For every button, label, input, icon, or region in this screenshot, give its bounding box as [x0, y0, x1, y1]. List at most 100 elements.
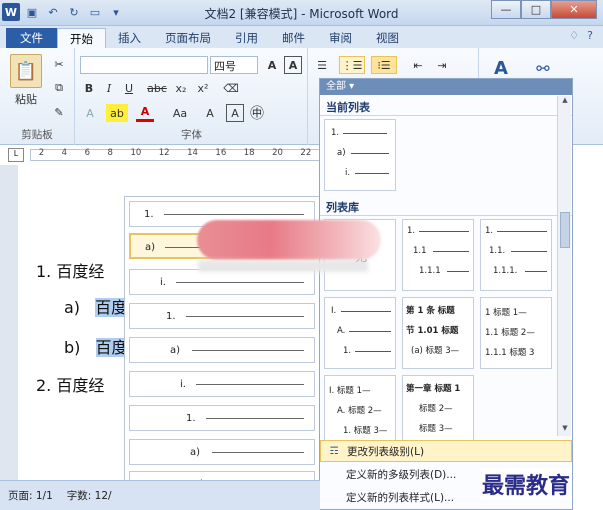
level-option[interactable]: i.: [129, 269, 315, 295]
font-color-icon[interactable]: A: [136, 104, 154, 122]
clear-format-icon[interactable]: ⌫: [222, 80, 240, 96]
tile-line: 节 1.01 标题: [406, 326, 459, 336]
copy-icon[interactable]: ⧉: [50, 80, 68, 96]
list-library-tile[interactable]: I. A. 1.: [324, 297, 396, 369]
font-name-combo[interactable]: [80, 56, 208, 74]
bold-button[interactable]: B: [82, 80, 96, 96]
list-library-tile[interactable]: 1 标题 1— 1.1 标题 2— 1.1.1 标题 3: [480, 297, 552, 369]
minimize-button[interactable]: —: [491, 0, 521, 19]
italic-button[interactable]: I: [102, 80, 116, 96]
level-rule: [176, 282, 304, 283]
tab-review[interactable]: 审阅: [317, 28, 364, 48]
ruler-number: 22: [300, 148, 312, 158]
tile-rule: [349, 331, 391, 332]
subscript-button[interactable]: x₂: [172, 80, 190, 96]
change-styles-icon[interactable]: A: [488, 56, 514, 80]
level-option[interactable]: a): [129, 439, 315, 465]
close-button[interactable]: ✕: [551, 0, 597, 19]
level-label: 1.: [144, 209, 154, 220]
help-icon[interactable]: ?: [587, 29, 593, 42]
tab-file[interactable]: 文件: [6, 28, 57, 48]
scroll-up-icon[interactable]: ▲: [558, 96, 572, 108]
tile-rule: [355, 173, 389, 174]
tile-line: 1.: [343, 346, 352, 356]
tile-rule: [497, 231, 547, 232]
list-library-tile[interactable]: 1. 1.1 1.1.1: [402, 219, 474, 291]
highlight-icon[interactable]: ab: [106, 104, 128, 122]
page-count[interactable]: 页面: 1/1: [8, 488, 53, 503]
level-option[interactable]: a): [129, 337, 315, 363]
find-icon[interactable]: ⚯: [530, 56, 556, 80]
tile-rule: [511, 251, 547, 252]
tab-references[interactable]: 引用: [223, 28, 270, 48]
doc-list-item-4[interactable]: 2. 百度经: [36, 372, 104, 396]
collapse-ribbon-icon[interactable]: ♢: [569, 29, 579, 42]
ruler-number: 6: [84, 148, 91, 158]
tab-mailings[interactable]: 邮件: [270, 28, 317, 48]
ruler-number: 14: [187, 148, 198, 158]
list-text: 百度经: [56, 376, 105, 395]
doc-list-item-3[interactable]: b) 百度: [64, 334, 128, 358]
status-bar: 页面: 1/1 字数: 12/: [0, 480, 320, 510]
phonetic-guide-icon[interactable]: A: [202, 104, 218, 122]
enclose-char-icon[interactable]: ㊥: [248, 104, 266, 122]
filter-dropdown[interactable]: 全部 ▾: [320, 79, 572, 95]
numbering-icon[interactable]: ⋮☰: [339, 56, 365, 74]
level-option[interactable]: 1.: [129, 303, 315, 329]
font-group-label: 字体: [181, 129, 202, 141]
increase-indent-icon[interactable]: ⇥: [433, 56, 451, 74]
ruler-number: 18: [243, 148, 255, 158]
level-label: 1.: [186, 413, 196, 424]
char-shading-icon[interactable]: A: [226, 104, 244, 122]
tile-line: 1.1 标题 2—: [485, 328, 535, 338]
maximize-button[interactable]: □: [521, 0, 551, 19]
strikethrough-button[interactable]: abc: [146, 80, 168, 96]
level-label: i.: [180, 379, 186, 390]
tile-rule: [355, 351, 391, 352]
list-library-tile[interactable]: 第 1 条 标题 节 1.01 标题 (a) 标题 3—: [402, 297, 474, 369]
text-effects-icon[interactable]: A: [82, 104, 98, 122]
level-label: 1.: [166, 311, 176, 322]
tab-selector[interactable]: L: [8, 148, 24, 162]
word-count[interactable]: 字数: 12/: [67, 488, 112, 503]
tab-insert[interactable]: 插入: [106, 28, 153, 48]
list-library-tile[interactable]: 1. 1.1. 1.1.1.: [480, 219, 552, 291]
doc-list-item-1[interactable]: 1. 百度经: [36, 258, 104, 282]
level-rule: [164, 214, 304, 215]
list-library-tile[interactable]: I. 标题 1— A. 标题 2— 1. 标题 3—: [324, 375, 396, 447]
current-list-tile[interactable]: 1. a) i.: [324, 119, 396, 191]
change-list-level-item[interactable]: ☶ 更改列表级别(L): [320, 440, 572, 462]
list-library-tile[interactable]: 第一章 标题 1 标题 2— 标题 3—: [402, 375, 474, 447]
panel-scrollbar[interactable]: ▲ ▼: [557, 96, 571, 436]
level-rule: [196, 384, 304, 385]
tab-page-layout[interactable]: 页面布局: [153, 28, 223, 48]
tile-line: 1.1.: [489, 246, 506, 256]
tab-view[interactable]: 视图: [364, 28, 411, 48]
ruler-number: 16: [215, 148, 227, 158]
superscript-button[interactable]: x²: [194, 80, 212, 96]
scroll-thumb[interactable]: [560, 212, 570, 248]
menu-item-label: 定义新的多级列表(D)...: [346, 468, 457, 481]
font-size-combo[interactable]: 四号: [210, 56, 258, 74]
decrease-indent-icon[interactable]: ⇤: [409, 56, 427, 74]
menu-item-label: 更改列表级别(L): [347, 445, 425, 458]
level-option[interactable]: i.: [129, 371, 315, 397]
scroll-down-icon[interactable]: ▼: [558, 424, 572, 436]
tile-rule: [433, 251, 469, 252]
doc-list-item-2[interactable]: a) 百度: [64, 294, 128, 318]
grow-font-icon[interactable]: A: [264, 56, 280, 74]
tab-home[interactable]: 开始: [57, 28, 106, 48]
level-option[interactable]: 1.: [129, 405, 315, 431]
paste-button-label[interactable]: 粘贴: [8, 92, 44, 106]
format-painter-icon[interactable]: ✎: [50, 104, 68, 120]
level-rule: [206, 418, 304, 419]
bullets-icon[interactable]: ☰: [313, 56, 331, 74]
cut-icon[interactable]: ✂: [50, 56, 68, 72]
char-border-icon[interactable]: A: [284, 56, 302, 74]
paste-icon[interactable]: 📋: [10, 54, 42, 88]
change-case-button[interactable]: Aa: [168, 104, 192, 122]
level-label: a): [190, 447, 201, 458]
multilevel-list-icon[interactable]: ⁝☰: [371, 56, 397, 74]
underline-button[interactable]: U: [122, 80, 136, 96]
tile-line: A. 标题 2—: [337, 406, 382, 416]
